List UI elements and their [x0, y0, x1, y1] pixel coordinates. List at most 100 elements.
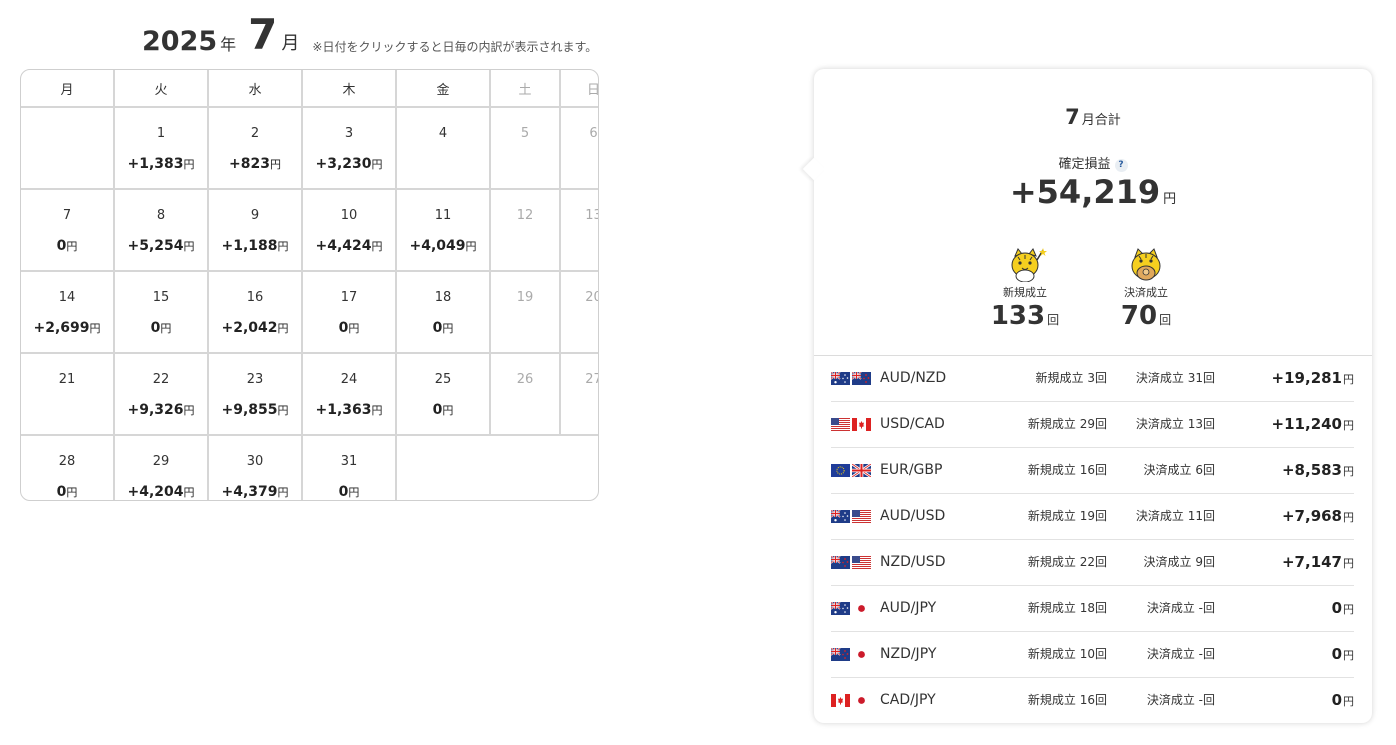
calendar-day-cell[interactable]: 31 0円 — [302, 435, 397, 500]
calendar-day-cell[interactable]: 21 — [21, 353, 115, 436]
closed-orders-stat: 決済成立 70 回 — [1096, 246, 1196, 331]
flag-eu-icon — [831, 464, 850, 477]
day-number: 29 — [152, 454, 170, 469]
day-profit-value: +9,855 — [221, 402, 278, 418]
monthly-summary-panel: 7 月合計 確定損益? +54,219 円 AUD/NZD 新規成立 3回 決済成立 3… — [802, 69, 1372, 723]
day-number: 7 — [62, 208, 72, 223]
currency-pair-row[interactable]: NZD/USD 新規成立 22回 決済成立 9回 +7,147円 — [831, 540, 1354, 586]
currency-pair-row[interactable]: CAD/JPY 新規成立 16回 決済成立 -回 0円 — [831, 678, 1354, 723]
year-unit: 年 — [220, 35, 237, 54]
day-number: 22 — [152, 372, 170, 387]
day-profit-loss: 0円 — [398, 320, 488, 336]
calendar-day-cell[interactable]: 22 +9,326円 — [114, 353, 209, 436]
pair-new-orders: 新規成立 3回 — [1035, 371, 1107, 385]
pair-flags — [831, 418, 871, 431]
yen-unit: 円 — [183, 404, 195, 417]
pair-flags — [831, 648, 871, 661]
calendar-day-cell[interactable]: 24 +1,363円 — [302, 353, 397, 436]
calendar-day-cell[interactable]: 5 — [490, 107, 561, 190]
currency-pair-row[interactable]: AUD/JPY 新規成立 18回 決済成立 -回 0円 — [831, 586, 1354, 632]
pair-flags — [831, 556, 871, 569]
calendar-day-cell[interactable]: 9 +1,188円 — [208, 189, 303, 272]
calendar-day-cell[interactable]: 19 — [490, 271, 561, 354]
new-orders-label: 新規成立 — [1003, 286, 1047, 299]
day-profit-loss: +9,326円 — [116, 402, 206, 418]
help-icon[interactable]: ? — [1114, 159, 1128, 172]
flag-jp-icon — [852, 694, 871, 707]
calendar-day-cell[interactable]: 6 — [560, 107, 598, 190]
calendar-day-cell[interactable]: 20 — [560, 271, 598, 354]
yen-unit: 円 — [66, 486, 78, 499]
calendar-week-row: 1 +1,383円 2 +823円 3 +3,230円 4 5 6 — [21, 107, 598, 190]
count-unit: 回 — [1047, 313, 1060, 327]
day-number: 5 — [520, 126, 530, 141]
day-profit-value: +2,699 — [33, 320, 90, 336]
day-profit-value: 0 — [56, 238, 67, 254]
yen-unit: 円 — [1343, 695, 1354, 708]
calendar-day-cell[interactable]: 27 — [560, 353, 598, 436]
month-header: 2025 年 7 月 ※日付をクリックすると日毎の内訳が表示されます。 — [142, 10, 597, 58]
calendar-day-cell[interactable]: 25 0円 — [396, 353, 491, 436]
calendar-day-cell[interactable]: 15 0円 — [114, 271, 209, 354]
day-profit-loss: 0円 — [398, 402, 488, 418]
day-profit-value: 0 — [338, 484, 349, 500]
pair-new-orders: 新規成立 29回 — [1027, 417, 1107, 431]
calendar-day-cell[interactable]: 13 — [560, 189, 598, 272]
yen-unit: 円 — [1343, 373, 1354, 386]
currency-pair-row[interactable]: AUD/NZD 新規成立 3回 決済成立 31回 +19,281円 — [831, 356, 1354, 402]
calendar-day-cell[interactable]: 12 — [490, 189, 561, 272]
day-profit-value: +3,230 — [315, 156, 372, 172]
calendar-day-cell[interactable]: 18 0円 — [396, 271, 491, 354]
currency-pair-row[interactable]: EUR/GBP 新規成立 16回 決済成立 6回 +8,583円 — [831, 448, 1354, 494]
pair-closed-orders: 決済成立 6回 — [1143, 463, 1215, 477]
day-profit-loss: +1,363円 — [304, 402, 394, 418]
pair-profit-loss: +8,583円 — [1282, 461, 1354, 479]
calendar-table: 月火水木金土日 1 +1,383円 2 +823円 3 +3,230円 4 5 6 7 0円 8 +5,… — [21, 70, 598, 500]
calendar-day-cell[interactable]: 1 +1,383円 — [114, 107, 209, 190]
day-number: 16 — [246, 290, 264, 305]
calendar-empty-area — [396, 435, 598, 500]
day-profit-value: 0 — [56, 484, 67, 500]
yen-unit: 円 — [442, 322, 454, 335]
pair-profit-value: +7,147 — [1281, 553, 1342, 571]
calendar-day-cell[interactable]: 7 0円 — [21, 189, 115, 272]
calendar-day-cell[interactable]: 26 — [490, 353, 561, 436]
day-profit-value: +4,424 — [315, 238, 372, 254]
calendar-day-cell[interactable]: 23 +9,855円 — [208, 353, 303, 436]
day-profit-loss: +2,042円 — [210, 320, 300, 336]
calendar-day-cell[interactable]: 30 +4,379円 — [208, 435, 303, 500]
day-profit-value: 0 — [150, 320, 161, 336]
day-number: 11 — [434, 208, 452, 223]
pair-profit-loss: 0円 — [1332, 599, 1354, 617]
day-profit-value: +4,204 — [127, 484, 184, 500]
calendar-day-cell[interactable]: 29 +4,204円 — [114, 435, 209, 500]
day-profit-loss: +9,855円 — [210, 402, 300, 418]
day-profit-loss: +1,188円 — [210, 238, 300, 254]
calendar-day-cell[interactable]: 4 — [396, 107, 491, 190]
pair-new-orders: 新規成立 16回 — [1027, 463, 1107, 477]
pair-name: AUD/USD — [880, 508, 946, 524]
calendar-day-cell[interactable]: 17 0円 — [302, 271, 397, 354]
day-profit-loss: 0円 — [22, 484, 112, 500]
currency-pair-row[interactable]: USD/CAD 新規成立 29回 決済成立 13回 +11,240円 — [831, 402, 1354, 448]
calendar-day-cell[interactable]: 28 0円 — [21, 435, 115, 500]
calendar-day-cell[interactable]: 10 +4,424円 — [302, 189, 397, 272]
calendar-day-cell[interactable]: 11 +4,049円 — [396, 189, 491, 272]
calendar-day-cell[interactable]: 2 +823円 — [208, 107, 303, 190]
yen-unit: 円 — [277, 486, 289, 499]
calendar-day-cell[interactable]: 3 +3,230円 — [302, 107, 397, 190]
pair-closed-orders: 決済成立 -回 — [1146, 693, 1215, 707]
calendar-day-cell[interactable]: 8 +5,254円 — [114, 189, 209, 272]
weekday-header: 木 — [302, 70, 397, 108]
yen-unit: 円 — [1343, 465, 1354, 478]
realized-pl-amount: +54,219 — [1009, 173, 1161, 211]
day-profit-loss: +3,230円 — [304, 156, 394, 172]
calendar-day-cell[interactable]: 14 +2,699円 — [21, 271, 115, 354]
pair-profit-value: 0 — [1331, 599, 1342, 617]
pair-closed-orders: 決済成立 11回 — [1135, 509, 1215, 523]
pair-profit-value: +11,240 — [1271, 415, 1342, 433]
currency-pair-row[interactable]: AUD/USD 新規成立 19回 決済成立 11回 +7,968円 — [831, 494, 1354, 540]
flag-au-icon — [831, 602, 850, 615]
calendar-day-cell[interactable]: 16 +2,042円 — [208, 271, 303, 354]
currency-pair-row[interactable]: NZD/JPY 新規成立 10回 決済成立 -回 0円 — [831, 632, 1354, 678]
